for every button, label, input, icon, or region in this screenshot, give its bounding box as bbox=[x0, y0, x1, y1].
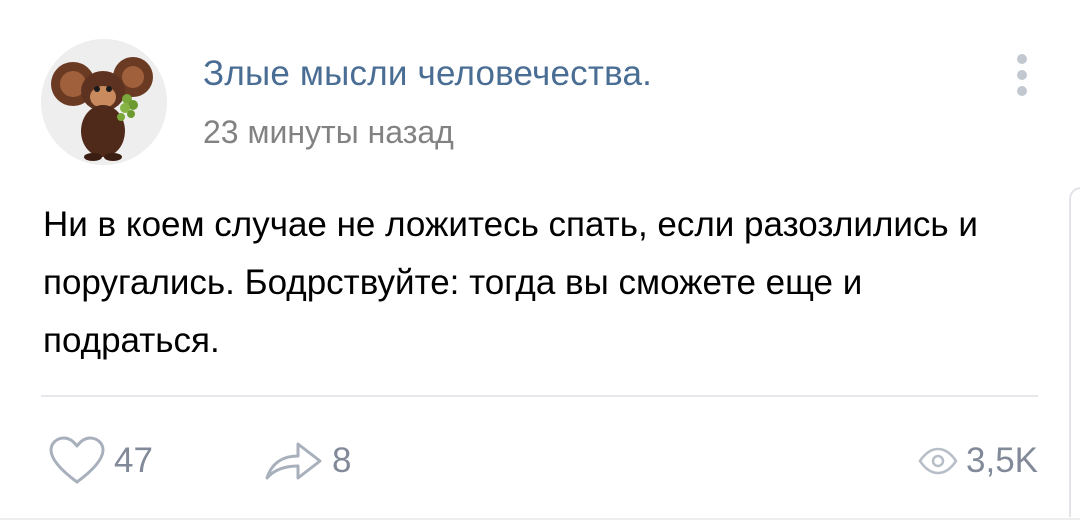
post-text: Ни в коем случае не ложитесь спать, если… bbox=[43, 205, 978, 360]
post-card: Злые мысли человечества. 23 минуты назад… bbox=[0, 0, 1080, 524]
views-count: 3,5K bbox=[966, 441, 1038, 480]
views-counter: 3,5K bbox=[918, 436, 1038, 486]
share-arrow-icon bbox=[265, 442, 322, 480]
like-count: 47 bbox=[114, 441, 153, 480]
group-avatar[interactable] bbox=[41, 39, 167, 165]
share-button[interactable]: 8 bbox=[264, 436, 351, 486]
bottom-divider bbox=[0, 518, 1080, 520]
like-button[interactable]: 47 bbox=[48, 436, 153, 486]
eye-icon bbox=[918, 447, 958, 475]
group-name-link[interactable]: Злые мысли человечества. bbox=[203, 54, 652, 94]
post-time: 23 минуты назад bbox=[203, 114, 454, 150]
heart-icon bbox=[49, 436, 105, 484]
divider bbox=[41, 395, 1038, 397]
next-card-edge bbox=[1069, 187, 1080, 517]
more-vertical-icon[interactable] bbox=[1006, 50, 1038, 100]
share-count: 8 bbox=[332, 441, 352, 480]
cheburashka-avatar bbox=[41, 39, 167, 165]
